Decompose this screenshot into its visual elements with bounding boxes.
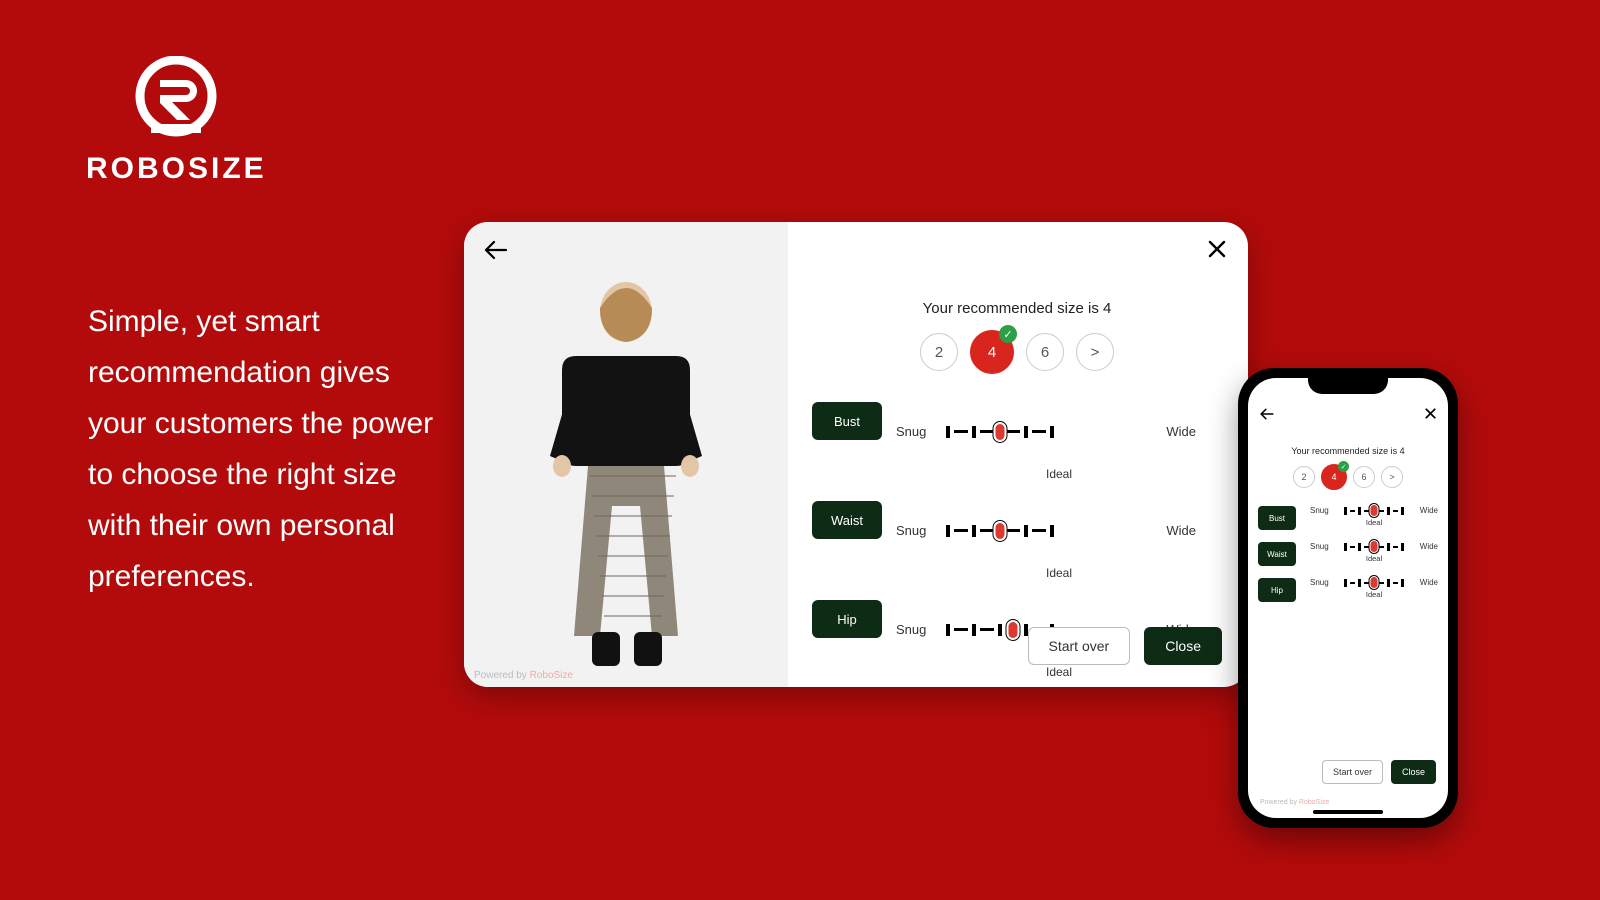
phone-mock: Your recommended size is 4 2 4 ✓ 6 > Bus… [1238, 368, 1458, 828]
slider-label-waist: Waist [812, 501, 882, 539]
slider-handle-hip[interactable] [1370, 576, 1379, 589]
slider-hip: Hip Snug Wide Ideal [1258, 578, 1438, 602]
slider-handle-waist[interactable] [1370, 540, 1379, 553]
slider-end-wide: Wide [1064, 402, 1222, 461]
size-option-4[interactable]: 4 ✓ [1321, 464, 1347, 490]
size-option-4[interactable]: 4 ✓ [970, 330, 1014, 374]
back-arrow-icon[interactable] [1260, 408, 1274, 420]
close-icon[interactable] [1208, 240, 1226, 258]
slider-track-hip[interactable] [1344, 580, 1404, 585]
slider-track-bust[interactable] [1344, 508, 1404, 513]
size-option-more[interactable]: > [1076, 333, 1114, 371]
size-option-2[interactable]: 2 [920, 333, 958, 371]
product-image-panel: Powered by RoboSize [464, 222, 788, 687]
powered-by: Powered by RoboSize [1260, 799, 1329, 806]
slider-waist: Waist Snug Wide Ideal [812, 501, 1222, 580]
slider-end-snug: Snug [896, 424, 936, 439]
slider-track-waist[interactable] [946, 527, 1054, 535]
brand-name: ROBOSIZE [86, 152, 267, 186]
marketing-copy: Simple, yet smart recommendation gives y… [88, 296, 438, 602]
size-option-6[interactable]: 6 [1353, 466, 1375, 488]
slider-label-hip: Hip [812, 600, 882, 638]
slider-track-bust[interactable] [946, 428, 1054, 436]
check-icon: ✓ [1338, 461, 1349, 472]
widget-footer: Start over Close [1322, 760, 1436, 784]
fit-sliders: Bust Snug Wide Ideal Waist [1258, 506, 1438, 602]
back-arrow-icon[interactable] [484, 240, 508, 260]
size-option-2[interactable]: 2 [1293, 466, 1315, 488]
slider-waist: Waist Snug Wide Ideal [1258, 542, 1438, 566]
model-illustration [516, 266, 736, 676]
slider-handle-bust[interactable] [994, 422, 1007, 442]
slider-caption: Ideal [896, 467, 1222, 481]
size-widget-mobile: Your recommended size is 4 2 4 ✓ 6 > Bus… [1248, 378, 1448, 818]
size-option-more[interactable]: > [1381, 466, 1403, 488]
recommendation-panel: Your recommended size is 4 2 4 ✓ 6 > Bus… [788, 222, 1248, 687]
size-options: 2 4 ✓ 6 > [1258, 466, 1438, 490]
size-widget-desktop: Powered by RoboSize Your recommended siz… [464, 222, 1248, 687]
slider-track-waist[interactable] [1344, 544, 1404, 549]
check-icon: ✓ [999, 325, 1017, 343]
slider-label-bust: Bust [812, 402, 882, 440]
close-button[interactable]: Close [1144, 627, 1222, 665]
slider-handle-bust[interactable] [1370, 504, 1379, 517]
widget-footer: Start over Close [1028, 627, 1223, 665]
slider-bust: Bust Snug Wide Ideal [1258, 506, 1438, 530]
slider-handle-hip[interactable] [1006, 620, 1019, 640]
recommendation-text: Your recommended size is 4 [812, 300, 1222, 317]
slider-bust: Bust Snug Wide Ideal [812, 402, 1222, 481]
brand-logo: ROBOSIZE [86, 56, 267, 186]
powered-by: Powered by RoboSize [474, 670, 573, 681]
close-button[interactable]: Close [1391, 760, 1436, 784]
size-options: 2 4 ✓ 6 > [812, 333, 1222, 374]
recommendation-text: Your recommended size is 4 [1258, 446, 1438, 456]
slider-handle-waist[interactable] [994, 521, 1007, 541]
home-indicator [1313, 810, 1383, 814]
close-icon[interactable] [1425, 408, 1436, 419]
start-over-button[interactable]: Start over [1028, 627, 1131, 665]
start-over-button[interactable]: Start over [1322, 760, 1383, 784]
size-option-6[interactable]: 6 [1026, 333, 1064, 371]
